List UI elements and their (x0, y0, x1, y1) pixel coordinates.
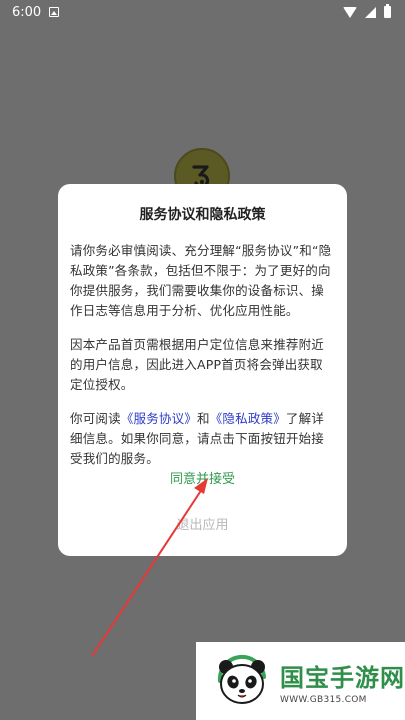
accept-button[interactable]: 同意并接受 (58, 466, 347, 494)
signal-icon (365, 6, 376, 18)
status-time: 6:00 (12, 4, 42, 20)
privacy-policy-link[interactable]: 《隐私政策》 (210, 411, 286, 426)
para3-prefix: 你可阅读 (70, 411, 121, 426)
watermark: 国宝手游网 WWW.GB315.COM (196, 642, 405, 720)
dialog-paragraph-1: 请你务必审慎阅读、充分理解“服务协议”和“隐私政策”各条款，包括但不限于：为了更… (70, 243, 332, 318)
status-bar: 6:00 (0, 0, 405, 24)
dialog-paragraph-3: 你可阅读《服务协议》和《隐私政策》了解详细信息。如果你同意，请点击下面按钮开始接… (70, 409, 335, 469)
watermark-title: 国宝手游网 (280, 663, 405, 692)
watermark-text: 国宝手游网 WWW.GB315.COM (280, 658, 405, 705)
exit-button[interactable]: 退出应用 (58, 512, 347, 540)
panda-logo-icon (217, 654, 266, 704)
status-left: 6:00 (12, 4, 60, 20)
privacy-dialog: 服务协议和隐私政策 请你务必审慎阅读、充分理解“服务协议”和“隐私政策”各条款，… (58, 184, 347, 556)
wifi-icon (343, 6, 357, 18)
watermark-url: WWW.GB315.COM (280, 694, 367, 705)
notification-icon (49, 7, 60, 17)
dialog-title: 服务协议和隐私政策 (139, 207, 266, 223)
battery-icon (384, 4, 391, 18)
dialog-paragraph-2: 因本产品首页需根据用户定位信息来推荐附近的用户信息，因此进入APP首页将会弹出获… (70, 337, 325, 392)
para3-and: 和 (197, 411, 210, 426)
status-right (343, 4, 391, 18)
service-agreement-link[interactable]: 《服务协议》 (121, 411, 197, 426)
